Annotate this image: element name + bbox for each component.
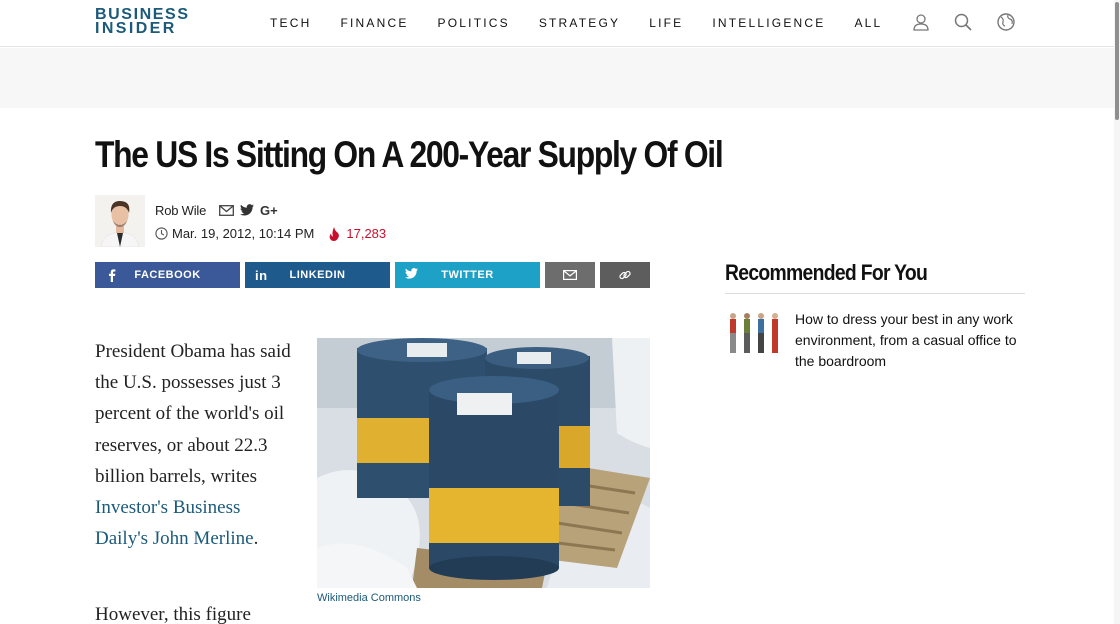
nav-tech[interactable]: TECH xyxy=(270,16,311,30)
scrollbar[interactable] xyxy=(1114,0,1120,624)
article-paragraph-2: However, this figure xyxy=(95,604,251,624)
author-avatar[interactable] xyxy=(95,195,145,247)
paragraph-1-end: . xyxy=(253,528,259,550)
recommended-heading: Recommended For You xyxy=(725,260,928,285)
site-header: BUSINESS INSIDER TECH FINANCE POLITICS S… xyxy=(0,0,1120,47)
linkedin-icon: in xyxy=(255,268,268,282)
share-twitter-button[interactable]: TWITTER xyxy=(395,262,540,288)
svg-text:G+: G+ xyxy=(260,204,278,216)
business-insider-logo[interactable]: BUSINESS INSIDER xyxy=(95,7,188,37)
nav-politics[interactable]: POLITICS xyxy=(438,16,510,30)
share-facebook-button[interactable]: FACEBOOK xyxy=(95,262,240,288)
svg-text:in: in xyxy=(255,268,268,282)
recommended-divider xyxy=(725,293,1025,294)
main-nav: TECH FINANCE POLITICS STRATEGY LIFE INTE… xyxy=(270,16,911,30)
nav-intelligence[interactable]: INTELLIGENCE xyxy=(712,16,825,30)
article-meta: Mar. 19, 2012, 10:14 PM 17,283 xyxy=(155,226,386,241)
email-icon xyxy=(563,270,577,280)
article-paragraph-1: President Obama has said the U.S. posses… xyxy=(95,336,295,554)
investors-business-daily-link[interactable]: Investor's Business Daily's John Merline xyxy=(95,497,254,549)
clock-icon xyxy=(155,227,168,240)
share-twitter-label: TWITTER xyxy=(441,269,494,281)
twitter-icon[interactable] xyxy=(240,204,254,216)
ad-banner-area xyxy=(0,48,1120,108)
logo-line-2: INSIDER xyxy=(95,20,177,37)
user-icon[interactable] xyxy=(911,12,931,32)
nav-strategy[interactable]: STRATEGY xyxy=(539,16,620,30)
search-icon[interactable] xyxy=(953,12,973,32)
flame-icon xyxy=(330,226,340,241)
publish-date: Mar. 19, 2012, 10:14 PM xyxy=(172,226,315,241)
view-count: 17,283 xyxy=(346,226,387,241)
recommended-item-link[interactable]: How to dress your best in any work envir… xyxy=(795,309,1027,372)
globe-icon[interactable] xyxy=(996,12,1016,32)
share-facebook-label: FACEBOOK xyxy=(134,269,201,281)
twitter-icon xyxy=(405,268,418,279)
image-caption[interactable]: Wikimedia Commons xyxy=(317,592,421,604)
share-linkedin-button[interactable]: in LINKEDIN xyxy=(245,262,390,288)
paragraph-1-text: President Obama has said the U.S. posses… xyxy=(95,341,291,487)
email-icon[interactable] xyxy=(219,204,234,216)
recommended-thumbnail[interactable] xyxy=(725,310,783,358)
nav-all[interactable]: ALL xyxy=(854,16,882,30)
author-name[interactable]: Rob Wile xyxy=(155,203,206,218)
google-plus-icon[interactable]: G+ xyxy=(260,204,279,216)
link-icon xyxy=(619,270,631,280)
oil-barrels-photo[interactable] xyxy=(317,338,650,588)
facebook-icon xyxy=(109,269,116,282)
share-linkedin-label: LINKEDIN xyxy=(289,269,346,281)
nav-life[interactable]: LIFE xyxy=(649,16,683,30)
article-headline: The US Is Sitting On A 200-Year Supply O… xyxy=(95,134,724,175)
author-contact-icons: G+ xyxy=(219,204,279,216)
copy-link-button[interactable] xyxy=(600,262,650,288)
share-email-button[interactable] xyxy=(545,262,595,288)
nav-finance[interactable]: FINANCE xyxy=(340,16,408,30)
scrollbar-thumb[interactable] xyxy=(1115,2,1119,120)
